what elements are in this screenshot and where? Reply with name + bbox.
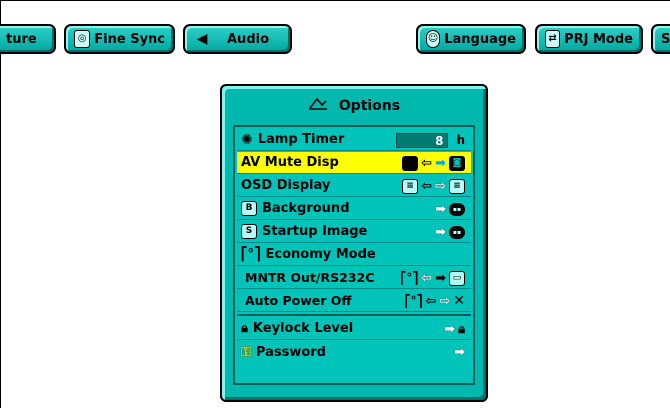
economy-icon: ⎡°⎤: [400, 271, 419, 285]
osd-on-icon: ≡: [402, 178, 419, 194]
lamp-timer-unit: h: [456, 133, 465, 147]
fine-sync-icon: ◎: [74, 30, 91, 48]
keylock-level-label: Keylock Level: [252, 321, 354, 336]
arrow-left-icon: ⇦: [421, 270, 433, 286]
row-background[interactable]: B Background ➡ ▪▪: [237, 198, 471, 220]
tab-picture[interactable]: ture: [0, 24, 56, 54]
options-icon: [308, 96, 328, 114]
power-off-icon: ✕: [453, 293, 465, 309]
economy-mode-label: Economy Mode: [265, 247, 376, 262]
row-keylock-level[interactable]: 🔒︎ Keylock Level ➡ 🔒︎: [237, 318, 471, 340]
logo-screen-icon: ◙: [449, 155, 465, 171]
password-label: Password: [255, 344, 326, 360]
row-av-mute-disp[interactable]: AV Mute Disp ⇦ ➡ ◙: [237, 152, 471, 174]
lock-value-icon: 🔒︎: [458, 321, 465, 337]
background-label: Background: [262, 201, 350, 216]
speaker-icon: ◀: [196, 31, 208, 47]
row-osd-display[interactable]: OSD Display ≡ ⇦ ⇨ ≡: [237, 175, 471, 197]
osd-off-icon: ≡: [449, 178, 465, 194]
prj-mode-icon: ⇄: [545, 30, 561, 48]
monitor-icon: ▭: [449, 270, 465, 286]
lamp-timer-label: Lamp Timer: [257, 132, 345, 147]
tab-prj-mode[interactable]: ⇄ PRJ Mode: [535, 24, 643, 54]
frame-left-border: [0, 0, 1, 408]
tab-audio-label: Audio: [227, 31, 270, 47]
philips-logo-icon: ▪▪: [449, 225, 465, 239]
row-startup-image[interactable]: S Startup Image ➡ ▪▪: [237, 221, 471, 243]
lock-icon: 🔒︎: [241, 321, 248, 336]
tab-s[interactable]: S: [651, 24, 670, 54]
av-mute-disp-label: AV Mute Disp: [241, 155, 339, 170]
tab-picture-label: ture: [6, 31, 37, 47]
arrow-right-icon: ➡: [435, 270, 446, 286]
speech-bubble-icon: ☺: [426, 30, 441, 48]
frame-top-border: [0, 0, 670, 1]
arrow-right-icon: ⇨: [435, 178, 446, 194]
startup-image-label: Startup Image: [262, 224, 368, 239]
row-economy-mode[interactable]: ⎡°⎤ Economy Mode: [237, 244, 471, 266]
options-list: ✺ Lamp Timer 8 h AV Mute Disp ⇦ ➡ ◙ OSD …: [233, 125, 475, 385]
row-lamp-timer[interactable]: ✺ Lamp Timer 8 h: [237, 129, 471, 151]
tab-language[interactable]: ☺ Language: [416, 24, 526, 54]
background-icon: B: [241, 201, 257, 216]
arrow-right-icon: ⇨: [439, 293, 451, 309]
tab-prj-mode-label: PRJ Mode: [564, 31, 633, 47]
arrow-right-icon: ➡: [435, 201, 446, 217]
options-divider: [237, 314, 471, 316]
tab-audio[interactable]: ◀ Audio: [183, 24, 292, 54]
options-panel: Options ✺ Lamp Timer 8 h AV Mute Disp ⇦ …: [220, 84, 488, 402]
arrow-left-icon: ⇦: [421, 178, 433, 194]
mntr-out-label: MNTR Out/RS232C: [245, 270, 375, 285]
startup-image-icon: S: [241, 224, 257, 239]
lamp-timer-value: 8: [396, 132, 449, 148]
arrow-right-icon: ➡: [435, 224, 446, 240]
tab-language-label: Language: [444, 31, 516, 47]
lamp-icon: ✺: [241, 131, 253, 148]
row-mntr-out[interactable]: MNTR Out/RS232C ⎡°⎤ ⇦ ➡ ▭: [237, 267, 471, 289]
philips-logo-icon: ▪▪: [449, 202, 465, 216]
arrow-right-icon: ➡: [444, 321, 456, 337]
tab-fine-sync-label: Fine Sync: [94, 31, 165, 47]
economy-icon: ⎡°⎤: [404, 294, 423, 308]
arrow-right-icon: ➡: [454, 344, 465, 360]
tab-s-label: S: [661, 31, 670, 47]
mute-screen-icon: [402, 155, 419, 171]
arrow-right-icon: ➡: [435, 155, 446, 171]
tab-fine-sync[interactable]: ◎ Fine Sync: [64, 24, 175, 54]
arrow-left-icon: ⇦: [425, 293, 437, 309]
economy-mode-icon: ⎡°⎤: [241, 247, 261, 262]
auto-power-off-label: Auto Power Off: [245, 293, 352, 308]
arrow-left-icon: ⇦: [421, 155, 433, 171]
key-icon: ⚿: [241, 344, 251, 360]
options-title: Options: [222, 96, 486, 114]
options-title-text: Options: [338, 98, 401, 114]
row-password[interactable]: ⚿ Password ➡: [237, 341, 471, 363]
row-auto-power-off[interactable]: Auto Power Off ⎡°⎤ ⇦ ⇨ ✕: [237, 290, 471, 312]
osd-display-label: OSD Display: [241, 178, 331, 193]
